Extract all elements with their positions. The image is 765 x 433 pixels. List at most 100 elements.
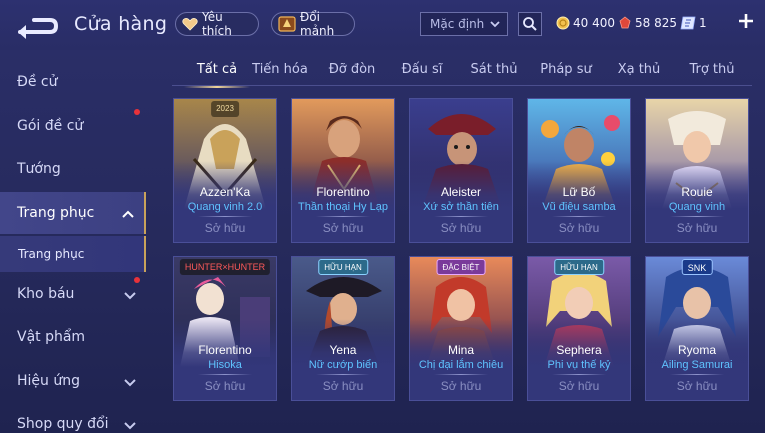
limited-badge: HỮU HẠN xyxy=(318,259,368,275)
ruby-icon xyxy=(618,16,632,30)
sidebar-item-featured[interactable]: Đề cử xyxy=(0,61,146,103)
tab-marksman[interactable]: Xạ thủ xyxy=(614,62,664,86)
divider xyxy=(316,216,370,217)
sidebar-item-label: Shop quy đổi xyxy=(17,416,109,432)
owned-status: Sở hữu xyxy=(440,221,482,235)
skin-card[interactable]: Aleister Xứ sở thần tiên Sở hữu xyxy=(409,98,513,243)
limited-badge: HỮU HẠN xyxy=(554,259,604,275)
sidebar-item-exchange-shop[interactable]: Shop quy đổi xyxy=(0,403,146,433)
sidebar-item-label: Đề cử xyxy=(17,74,58,90)
chevron-down-icon xyxy=(124,288,136,304)
ruby-balance: 58 825 xyxy=(618,14,677,32)
divider xyxy=(552,216,606,217)
event-badge: 2023 xyxy=(211,101,239,117)
skin-card[interactable]: Lữ Bố Vũ điệu samba Sở hữu xyxy=(527,98,631,243)
owned-status: Sở hữu xyxy=(322,221,364,235)
sidebar-item-skins[interactable]: Trang phục xyxy=(0,192,146,234)
special-badge: ĐẶC BIỆT xyxy=(436,259,486,275)
skin-card[interactable]: HỮU HẠN Yena Nữ cướp biển Sở hữu xyxy=(291,256,395,401)
chevron-down-icon xyxy=(124,375,136,391)
sidebar: Đề cử Gói đề cử Tướng Trang phục Trang p… xyxy=(0,50,146,433)
divider xyxy=(198,216,252,217)
sidebar-item-label: Tướng xyxy=(17,161,61,177)
divider xyxy=(434,374,488,375)
skin-card[interactable]: ĐẶC BIỆT Mina Chị đại lắm chiêu Sở hữu xyxy=(409,256,513,401)
skin-name: Phi vụ thế kỷ xyxy=(547,359,611,371)
skin-card[interactable]: Florentino Thần thoại Hy Lạp Sở hữu xyxy=(291,98,395,243)
skin-card[interactable]: HUNTER×HUNTER Florentino Hisoka Sở hữu xyxy=(173,256,277,401)
page-title: Cửa hàng xyxy=(74,13,168,35)
favorites-label: Yêu thích xyxy=(202,10,232,38)
skin-name: Ailing Samurai xyxy=(661,359,733,371)
hero-name: Sephera xyxy=(556,343,602,357)
divider xyxy=(670,374,724,375)
divider xyxy=(552,374,606,375)
plus-icon xyxy=(739,14,753,28)
owned-status: Sở hữu xyxy=(676,379,718,393)
shard-exchange-label: Đổi mảnh xyxy=(300,10,335,38)
owned-status: Sở hữu xyxy=(440,379,482,393)
collab-badge: SNK xyxy=(681,259,713,275)
skin-card[interactable]: SNK Ryoma Ailing Samurai Sở hữu xyxy=(645,256,749,401)
chevron-down-icon xyxy=(489,18,501,33)
skin-name: Quang vinh xyxy=(668,201,726,213)
sidebar-item-items[interactable]: Vật phẩm xyxy=(0,316,146,358)
ticket-balance: 1 xyxy=(680,14,707,32)
skin-card[interactable]: 2023 Azzen'Ka Quang vinh 2.0 Sở hữu xyxy=(173,98,277,243)
hero-name: Rouie xyxy=(681,185,713,199)
sidebar-item-featured-bundles[interactable]: Gói đề cử xyxy=(0,105,146,147)
divider xyxy=(316,374,370,375)
shard-exchange-button[interactable]: Đổi mảnh xyxy=(271,10,355,38)
divider xyxy=(198,374,252,375)
tab-mage[interactable]: Pháp sư xyxy=(538,62,594,86)
sort-dropdown[interactable]: Mặc định xyxy=(420,12,508,36)
sidebar-item-label: Kho báu xyxy=(17,286,75,302)
tab-tank[interactable]: Đỡ đòn xyxy=(326,62,378,86)
skin-name: Quang vinh 2.0 xyxy=(187,201,263,213)
sidebar-item-label: Vật phẩm xyxy=(17,329,86,345)
back-button[interactable] xyxy=(14,10,60,40)
chevron-down-icon xyxy=(124,418,136,433)
search-icon xyxy=(523,17,537,31)
collab-badge: HUNTER×HUNTER xyxy=(179,259,271,275)
chevron-up-icon xyxy=(122,207,134,223)
ticket-icon xyxy=(680,16,696,30)
add-currency-button[interactable] xyxy=(737,13,755,31)
owned-status: Sở hữu xyxy=(676,221,718,235)
skin-card[interactable]: Rouie Quang vinh Sở hữu xyxy=(645,98,749,243)
hero-name: Aleister xyxy=(440,185,481,199)
search-button[interactable] xyxy=(518,12,542,36)
sidebar-subitem-skins[interactable]: Trang phục xyxy=(0,236,146,272)
ticket-amount: 1 xyxy=(699,16,707,30)
tab-assassin[interactable]: Sát thủ xyxy=(468,62,520,86)
hero-name: Florentino xyxy=(316,185,370,199)
hero-name: Lữ Bố xyxy=(562,185,596,199)
sidebar-item-treasure[interactable]: Kho báu xyxy=(0,273,146,315)
tab-support[interactable]: Trợ thủ xyxy=(684,62,740,86)
sidebar-item-label: Trang phục xyxy=(17,205,95,221)
notification-dot xyxy=(134,277,140,283)
gold-coin-icon xyxy=(556,16,570,30)
ruby-amount: 58 825 xyxy=(635,16,677,30)
tab-evolution[interactable]: Tiến hóa xyxy=(252,62,308,86)
skin-name: Xứ sở thần tiên xyxy=(423,201,499,213)
skin-name: Hisoka xyxy=(208,359,242,371)
sidebar-item-label: Gói đề cử xyxy=(17,118,84,134)
skin-name: Nữ cướp biển xyxy=(308,359,378,371)
tab-fighter[interactable]: Đấu sĩ xyxy=(398,62,446,86)
hero-name: Azzen'Ka xyxy=(199,185,251,199)
sidebar-item-heroes[interactable]: Tướng xyxy=(0,148,146,190)
owned-status: Sở hữu xyxy=(204,221,246,235)
owned-status: Sở hữu xyxy=(558,379,600,393)
tab-all[interactable]: Tất cả xyxy=(184,62,250,88)
favorites-button[interactable]: Yêu thích xyxy=(175,10,259,38)
owned-status: Sở hữu xyxy=(322,379,364,393)
shard-chest-icon xyxy=(278,15,296,33)
divider xyxy=(670,216,724,217)
sidebar-subitem-label: Trang phục xyxy=(18,247,85,261)
sidebar-item-effects[interactable]: Hiệu ứng xyxy=(0,360,146,402)
top-bar: Cửa hàng Yêu thích Đổi mảnh Mặc định 40 … xyxy=(0,0,765,50)
skin-card[interactable]: HỮU HẠN Sephera Phi vụ thế kỷ Sở hữu xyxy=(527,256,631,401)
hero-name: Ryoma xyxy=(677,343,716,357)
hero-name: Yena xyxy=(329,343,357,357)
